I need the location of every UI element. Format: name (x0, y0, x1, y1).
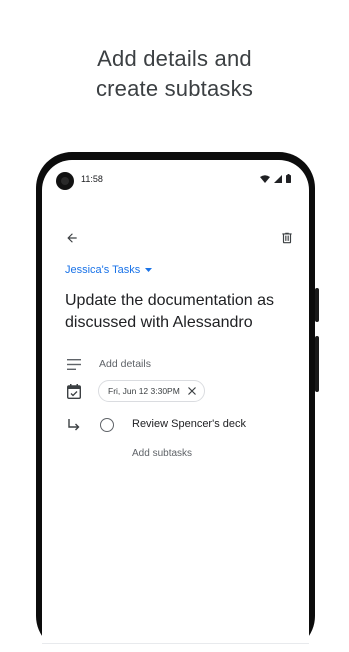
power-button (315, 288, 319, 322)
due-date-chip[interactable]: Fri, Jun 12 3:30PM (98, 380, 205, 402)
status-bar: 11:58 (42, 160, 309, 202)
subtask-title[interactable]: Review Spencer's deck (132, 418, 246, 430)
status-icons (260, 174, 291, 183)
due-date-text: Fri, Jun 12 3:30PM (108, 386, 180, 396)
divider (42, 643, 309, 644)
promo-title: Add details and create subtasks (95, 46, 254, 101)
phone-screen: 11:58 Jessica's Tasks Update the documen… (42, 160, 309, 652)
trash-icon (282, 232, 292, 244)
subtask-checkbox[interactable] (100, 418, 114, 432)
notes-icon (66, 356, 82, 372)
close-icon[interactable] (187, 387, 196, 395)
arrow-back-icon (67, 233, 77, 243)
front-camera (56, 172, 74, 190)
add-subtasks-button[interactable]: Add subtasks (132, 448, 192, 459)
task-title[interactable]: Update the documentation as discussed wi… (65, 290, 290, 334)
list-selector[interactable]: Jessica's Tasks (65, 264, 153, 276)
subtask-row: Review Spencer's deck (42, 414, 309, 436)
dropdown-arrow-icon (145, 268, 153, 272)
back-button[interactable] (60, 226, 84, 250)
date-row: Fri, Jun 12 3:30PM (42, 378, 309, 404)
delete-button[interactable] (275, 226, 299, 250)
battery-icon (286, 174, 291, 183)
list-name: Jessica's Tasks (65, 264, 141, 276)
wifi-icon (260, 174, 270, 183)
phone-frame: 11:58 Jessica's Tasks Update the documen… (36, 152, 319, 652)
status-time: 11:58 (81, 174, 103, 184)
subtask-arrow-icon (66, 417, 82, 433)
app-bar (42, 226, 309, 254)
volume-button (315, 336, 319, 392)
signal-icon (274, 174, 282, 183)
calendar-icon (66, 383, 82, 399)
add-details-field[interactable]: Add details (99, 358, 151, 370)
details-row[interactable]: Add details (42, 356, 309, 372)
